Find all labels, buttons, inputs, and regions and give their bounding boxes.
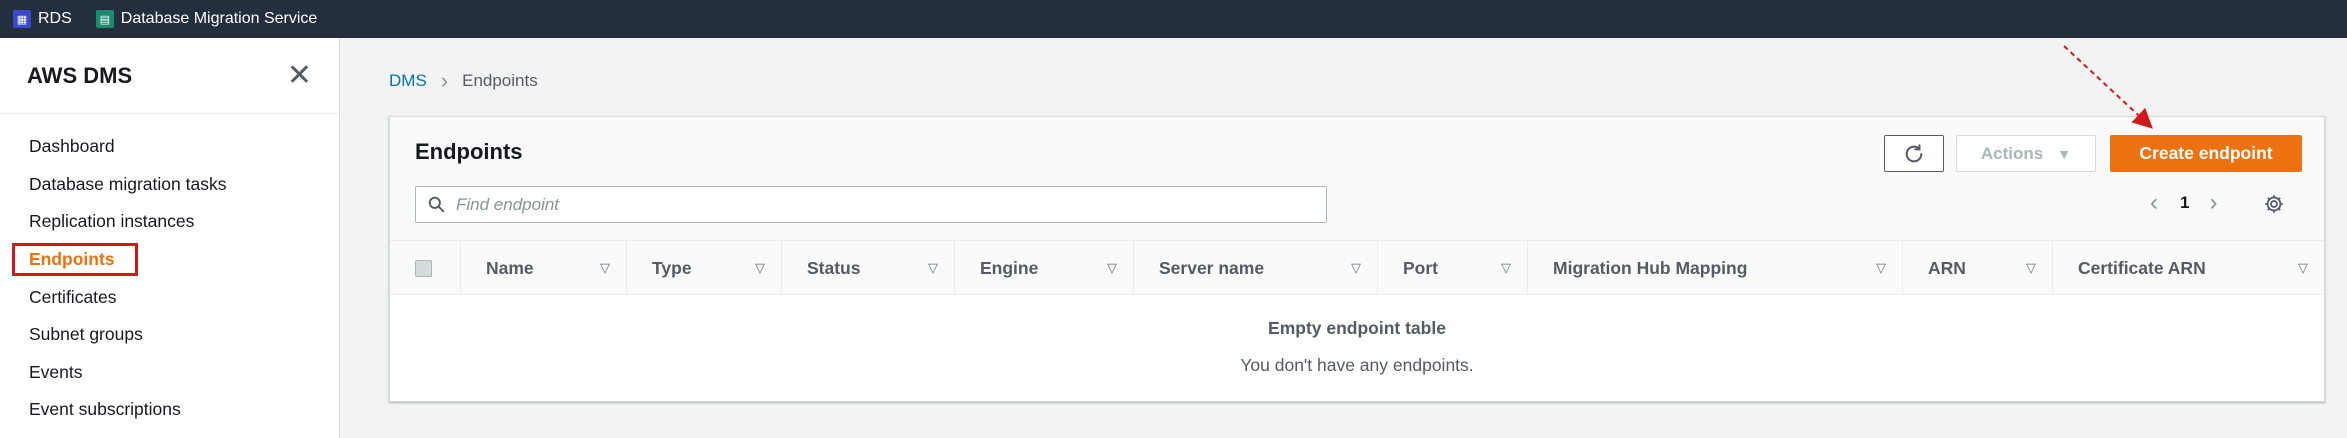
chevron-right-icon[interactable]: ›: [2209, 189, 2217, 217]
endpoints-panel: Endpoints Actions ▼ Create endpoint Find…: [389, 116, 2325, 402]
sidebar-item-label: Event subscriptions: [29, 399, 181, 420]
service-shortcut-dms[interactable]: ▤ Database Migration Service: [95, 10, 318, 28]
column-header-engine[interactable]: Engine ▽: [954, 241, 1133, 295]
column-header-type[interactable]: Type ▽: [626, 241, 781, 295]
service-shortcut-rds[interactable]: ▦ RDS: [13, 10, 72, 28]
pagination: ‹ 1 ›: [2150, 189, 2217, 217]
sidebar-item-replication-instances[interactable]: Replication instances: [0, 203, 339, 241]
column-header-server-name[interactable]: Server name ▽: [1133, 241, 1377, 295]
sort-icon: ▽: [1501, 260, 1511, 275]
sort-icon: ▽: [1107, 260, 1117, 275]
sidebar-item-label: Events: [29, 361, 83, 382]
column-label: ARN: [1928, 257, 1966, 278]
sidebar-item-certificates[interactable]: Certificates: [0, 278, 339, 316]
page-number[interactable]: 1: [2180, 193, 2189, 213]
create-endpoint-button[interactable]: Create endpoint: [2110, 135, 2302, 172]
rds-icon: ▦: [13, 10, 31, 28]
column-header-certificate-arn[interactable]: Certificate ARN ▽: [2052, 241, 2324, 295]
sidebar-nav: Dashboard Database migration tasks Repli…: [0, 114, 339, 429]
dms-icon: ▤: [95, 10, 114, 28]
sidebar-header: AWS DMS ✕: [0, 38, 339, 114]
sidebar-item-label: Dashboard: [29, 136, 115, 157]
sidebar: AWS DMS ✕ Dashboard Database migration t…: [0, 38, 340, 438]
search-input[interactable]: [456, 194, 1316, 215]
column-header-migration-hub-mapping[interactable]: Migration Hub Mapping ▽: [1527, 241, 1902, 295]
service-label: Database Migration Service: [120, 10, 318, 27]
sidebar-item-label: Certificates: [29, 286, 117, 307]
service-label: RDS: [38, 10, 72, 27]
sort-icon: ▽: [928, 260, 938, 275]
column-label: Migration Hub Mapping: [1553, 257, 1748, 278]
empty-state-title: Empty endpoint table: [1268, 318, 1446, 338]
highlight-box: [12, 242, 138, 276]
sort-icon: ▽: [600, 260, 610, 275]
breadcrumb-current: Endpoints: [462, 71, 538, 90]
breadcrumb: DMS › Endpoints: [389, 70, 538, 92]
refresh-icon: [1905, 143, 1923, 162]
column-label: Type: [652, 257, 692, 278]
sidebar-title: AWS DMS: [27, 62, 133, 88]
column-label: Engine: [980, 257, 1039, 278]
actions-button[interactable]: Actions ▼: [1956, 135, 2096, 172]
sidebar-item-event-subscriptions[interactable]: Event subscriptions: [0, 391, 339, 429]
close-icon[interactable]: ✕: [287, 60, 312, 91]
column-label: Port: [1403, 257, 1438, 278]
sidebar-item-dashboard[interactable]: Dashboard: [0, 128, 339, 166]
search-box[interactable]: [415, 186, 1327, 223]
actions-label: Actions: [1980, 143, 2044, 163]
sort-icon: ▽: [1351, 260, 1361, 275]
sort-icon: ▽: [2298, 260, 2308, 275]
column-header-port[interactable]: Port ▽: [1377, 241, 1527, 295]
gear-icon[interactable]: [2263, 193, 2285, 215]
sidebar-item-label: Subnet groups: [29, 324, 143, 345]
sort-icon: ▽: [1876, 260, 1886, 275]
select-all-checkbox[interactable]: [415, 260, 432, 277]
sidebar-item-label: Replication instances: [29, 211, 195, 232]
chevron-right-icon: ›: [440, 68, 449, 93]
sidebar-item-events[interactable]: Events: [0, 354, 339, 392]
sidebar-item-label: Database migration tasks: [29, 173, 227, 194]
column-header-arn[interactable]: ARN ▽: [1902, 241, 2052, 295]
column-label: Name: [486, 257, 534, 278]
column-header-status[interactable]: Status ▽: [781, 241, 954, 295]
sort-icon: ▽: [2026, 260, 2036, 275]
search-icon: [428, 196, 445, 213]
empty-state-message: You don't have any endpoints.: [1240, 355, 1474, 375]
sidebar-item-database-migration-tasks[interactable]: Database migration tasks: [0, 166, 339, 204]
top-navigation-bar: ▦ RDS ▤ Database Migration Service: [0, 0, 2347, 38]
chevron-left-icon[interactable]: ‹: [2150, 189, 2158, 217]
refresh-button[interactable]: [1884, 135, 1944, 172]
breadcrumb-dms-link[interactable]: DMS: [389, 71, 427, 91]
sort-icon: ▽: [755, 260, 765, 275]
panel-header: Endpoints Actions ▼ Create endpoint Find…: [390, 117, 2324, 241]
column-label: Certificate ARN: [2078, 257, 2206, 278]
column-label: Status: [807, 257, 861, 278]
main-content: DMS › Endpoints Endpoints Actions ▼ Crea…: [341, 38, 2347, 438]
column-label: Server name: [1159, 257, 1265, 278]
caret-down-icon: ▼: [2057, 145, 2072, 162]
column-header-name[interactable]: Name ▽: [460, 241, 626, 295]
sidebar-item-endpoints[interactable]: Endpoints: [0, 241, 339, 279]
table-header: Name ▽ Type ▽ Status ▽ Engine ▽ Server name ▽…: [390, 241, 2324, 295]
sidebar-item-subnet-groups[interactable]: Subnet groups: [0, 316, 339, 354]
panel-title: Endpoints: [415, 139, 523, 164]
